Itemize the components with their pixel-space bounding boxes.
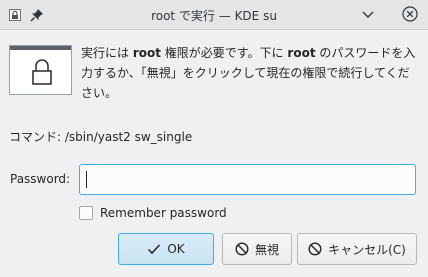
no-entry-icon: [235, 242, 249, 256]
kdesu-dialog: root で実行 — KDE su 実行には root 権限が必要です。下に r…: [0, 0, 428, 277]
ignore-label: 無視: [254, 242, 279, 257]
ok-button[interactable]: OK: [118, 233, 214, 265]
text-caret: [86, 171, 87, 188]
remember-password-row[interactable]: Remember password: [79, 205, 227, 221]
password-label: Password:: [10, 172, 71, 186]
command-label: コマンド:: [9, 130, 65, 144]
ok-label: OK: [167, 242, 185, 256]
remember-password-checkbox[interactable]: [79, 206, 93, 220]
close-icon[interactable]: [402, 6, 418, 22]
message-user-1: root: [132, 46, 161, 60]
ignore-button[interactable]: 無視: [222, 233, 292, 265]
lock-icon: [32, 59, 52, 85]
message-part-2: 権限が必要です。下に: [160, 46, 288, 60]
password-input[interactable]: [79, 164, 416, 195]
lock-pixmap: [9, 45, 72, 95]
command-value: /sbin/yast2 sw_single: [64, 130, 193, 144]
cancel-label: キャンセル(C): [328, 242, 406, 257]
message-user-2: root: [287, 46, 316, 60]
checkmark-icon: [147, 243, 161, 255]
command-line: コマンド: /sbin/yast2 sw_single: [9, 128, 192, 145]
message-part-1: 実行には: [81, 46, 133, 60]
auth-message: 実行には root 権限が必要です。下に root のパスワードを入力するか、「…: [81, 43, 421, 103]
cancel-button[interactable]: キャンセル(C): [297, 233, 417, 265]
title-bar[interactable]: root で実行 — KDE su: [0, 0, 428, 30]
remember-password-label[interactable]: Remember password: [100, 206, 227, 220]
no-entry-icon: [308, 242, 322, 256]
help-chevron-icon[interactable]: [360, 6, 376, 22]
